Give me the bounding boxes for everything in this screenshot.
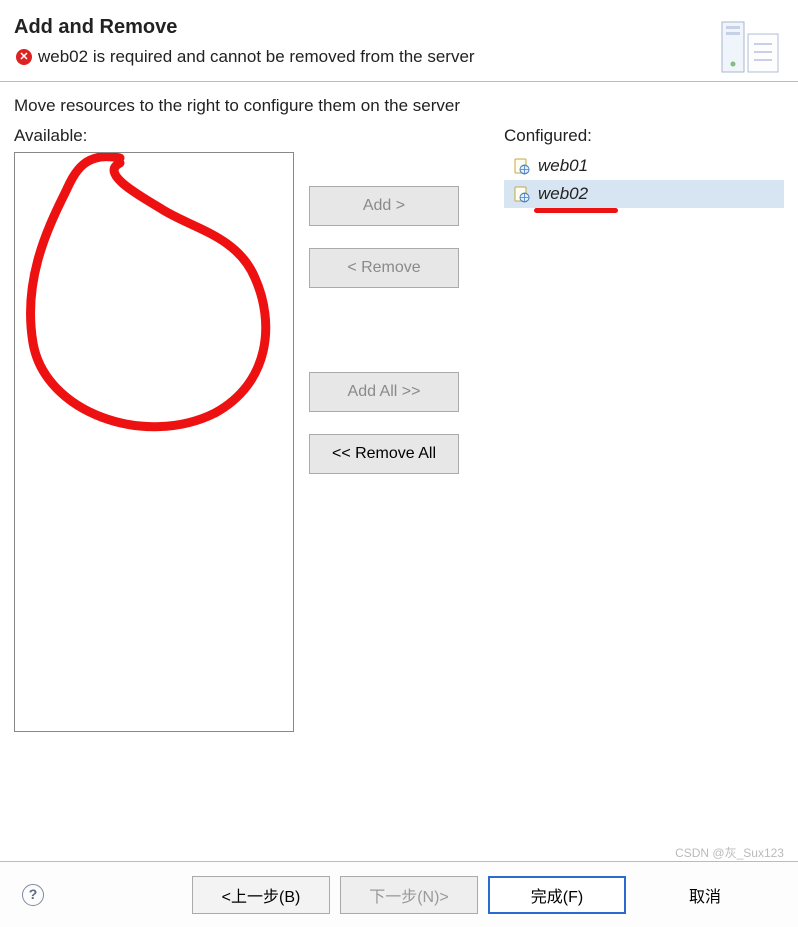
back-button[interactable]: <上一步(B) xyxy=(192,876,330,914)
webapp-icon xyxy=(512,185,530,203)
page-title: Add and Remove xyxy=(14,16,784,39)
error-row: ✕ web02 is required and cannot be remove… xyxy=(16,47,784,67)
instructions-label: Move resources to the right to configure… xyxy=(14,96,784,116)
annotation-red-underline xyxy=(534,208,618,213)
list-item-label: web02 xyxy=(538,184,588,204)
error-message: web02 is required and cannot be removed … xyxy=(38,47,475,67)
configured-label: Configured: xyxy=(504,126,784,146)
configured-list[interactable]: web01 web02 xyxy=(504,152,784,732)
annotation-red-circle xyxy=(15,153,294,732)
next-button[interactable]: 下一步(N)> xyxy=(340,876,478,914)
available-list[interactable] xyxy=(14,152,294,732)
list-item[interactable]: web01 xyxy=(504,152,784,180)
list-item[interactable]: web02 xyxy=(504,180,784,208)
finish-button[interactable]: 完成(F) xyxy=(488,876,626,914)
watermark: CSDN @灰_Sux123 xyxy=(675,844,784,861)
error-icon: ✕ xyxy=(16,49,32,65)
remove-all-button[interactable]: << Remove All xyxy=(309,434,459,474)
add-button[interactable]: Add > xyxy=(309,186,459,226)
add-all-button[interactable]: Add All >> xyxy=(309,372,459,412)
cancel-button[interactable]: 取消 xyxy=(636,876,774,914)
available-label: Available: xyxy=(14,126,294,146)
server-config-icon xyxy=(714,14,784,88)
remove-button[interactable]: < Remove xyxy=(309,248,459,288)
list-item-label: web01 xyxy=(538,156,588,176)
help-icon[interactable]: ? xyxy=(22,884,44,906)
webapp-icon xyxy=(512,157,530,175)
